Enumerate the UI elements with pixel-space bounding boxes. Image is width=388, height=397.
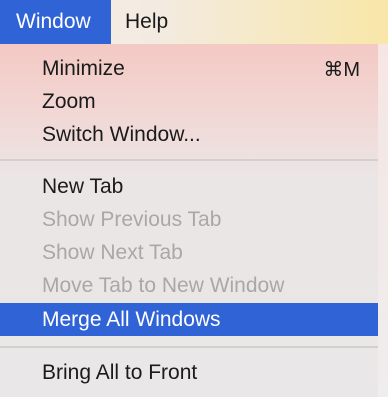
menu-item-switch-window[interactable]: Switch Window... — [0, 119, 378, 151]
menu-bar: Window Help — [0, 0, 388, 44]
menubar-window[interactable]: Window — [0, 0, 111, 44]
menu-item-label: Merge All Windows — [42, 307, 221, 331]
menu-item-zoom[interactable]: Zoom — [0, 86, 378, 118]
menu-item-label: Minimize — [42, 57, 125, 80]
menubar-help[interactable]: Help — [111, 0, 182, 44]
background-window-edge — [378, 44, 388, 397]
menu-separator — [0, 346, 378, 348]
menu-item-minimize[interactable]: Minimize ⌘M — [0, 53, 378, 85]
shortcut-label: ⌘M — [323, 58, 360, 81]
window-menu-dropdown: Minimize ⌘M Zoom Switch Window... New Ta… — [0, 44, 388, 397]
menu-item-bring-all-to-front[interactable]: Bring All to Front — [0, 357, 378, 389]
menu-item-label: New Tab — [42, 175, 124, 198]
menu-separator — [0, 159, 378, 161]
menu-item-label: Zoom — [42, 90, 96, 113]
menu-item-label: Bring All to Front — [42, 361, 198, 384]
menu-item-label: Move Tab to New Window — [42, 274, 285, 297]
menu-item-label: Show Previous Tab — [42, 208, 222, 231]
menu-item-show-previous-tab: Show Previous Tab — [0, 204, 378, 236]
menu-item-label: Switch Window... — [42, 123, 201, 146]
menu-item-move-tab-to-new-window: Move Tab to New Window — [0, 270, 378, 302]
menu-item-new-tab[interactable]: New Tab — [0, 171, 378, 203]
menu-item-merge-all-windows[interactable]: Merge All Windows — [0, 303, 378, 336]
menu-item-label: Show Next Tab — [42, 241, 183, 264]
menu-item-show-next-tab: Show Next Tab — [0, 237, 378, 269]
